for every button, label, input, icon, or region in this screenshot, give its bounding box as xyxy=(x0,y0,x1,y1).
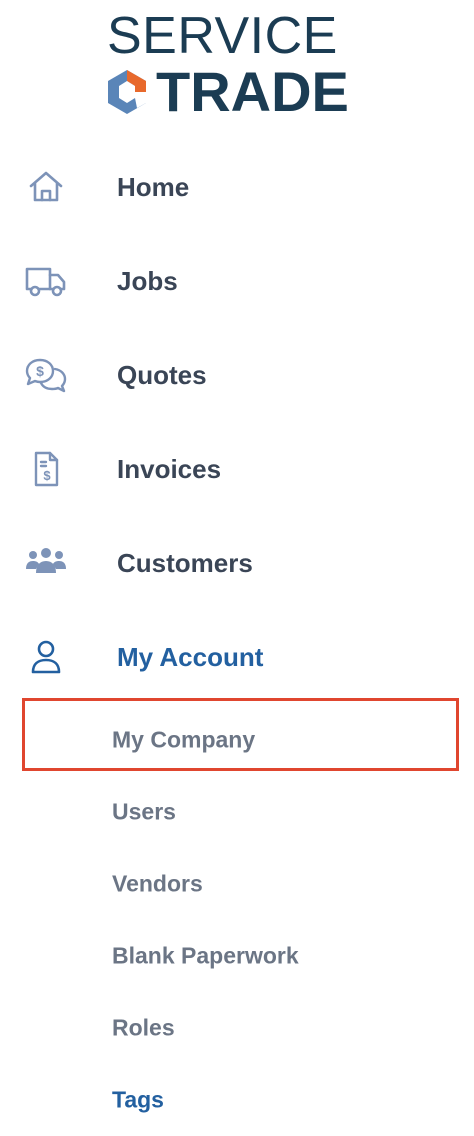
servicetrade-logo[interactable]: SERVICE TRADE xyxy=(0,0,474,130)
home-icon xyxy=(24,167,68,207)
user-icon xyxy=(24,637,68,677)
invoice-icon: $ xyxy=(24,449,68,489)
submenu-item-vendors[interactable]: Vendors xyxy=(0,848,474,920)
logo-hexagon-icon xyxy=(108,70,146,114)
customers-icon xyxy=(24,543,68,583)
submenu-item-roles[interactable]: Roles xyxy=(0,992,474,1064)
submenu-item-label: Tags xyxy=(112,1086,164,1113)
logo-line2: TRADE xyxy=(102,64,349,120)
sidebar-nav: Home Jobs $ Quotes $ Invoices Customers … xyxy=(0,140,474,704)
sidebar-item-label: Jobs xyxy=(117,265,178,296)
sidebar-item-label: Quotes xyxy=(117,359,207,390)
submenu-item-label: Roles xyxy=(112,1014,175,1041)
sidebar-item-quotes[interactable]: $ Quotes xyxy=(0,328,474,422)
svg-text:$: $ xyxy=(43,468,51,483)
submenu-item-tags[interactable]: Tags xyxy=(0,1064,474,1136)
my-account-submenu: My Company Users Vendors Blank Paperwork… xyxy=(0,704,474,1136)
submenu-item-users[interactable]: Users xyxy=(0,776,474,848)
logo-text-trade: TRADE xyxy=(156,60,349,123)
quote-chat-icon: $ xyxy=(24,355,68,395)
submenu-item-label: My Company xyxy=(112,726,256,753)
sidebar-item-label: Customers xyxy=(117,547,253,578)
sidebar-item-invoices[interactable]: $ Invoices xyxy=(0,422,474,516)
sidebar-item-my-account[interactable]: My Account xyxy=(0,610,474,704)
sidebar-item-customers[interactable]: Customers xyxy=(0,516,474,610)
svg-text:$: $ xyxy=(36,363,44,379)
submenu-item-label: Users xyxy=(112,798,176,825)
sidebar-item-label: Invoices xyxy=(117,453,222,484)
sidebar-item-jobs[interactable]: Jobs xyxy=(0,234,474,328)
submenu-item-label: Vendors xyxy=(112,870,203,897)
submenu-item-blank-paperwork[interactable]: Blank Paperwork xyxy=(0,920,474,992)
truck-icon xyxy=(24,261,68,301)
submenu-item-label: Blank Paperwork xyxy=(112,942,299,969)
sidebar-item-label: My Account xyxy=(117,641,264,672)
sidebar-item-label: Home xyxy=(117,171,190,202)
logo-text-service: SERVICE xyxy=(107,7,338,65)
sidebar-item-home[interactable]: Home xyxy=(0,140,474,234)
submenu-item-my-company[interactable]: My Company xyxy=(0,704,474,776)
